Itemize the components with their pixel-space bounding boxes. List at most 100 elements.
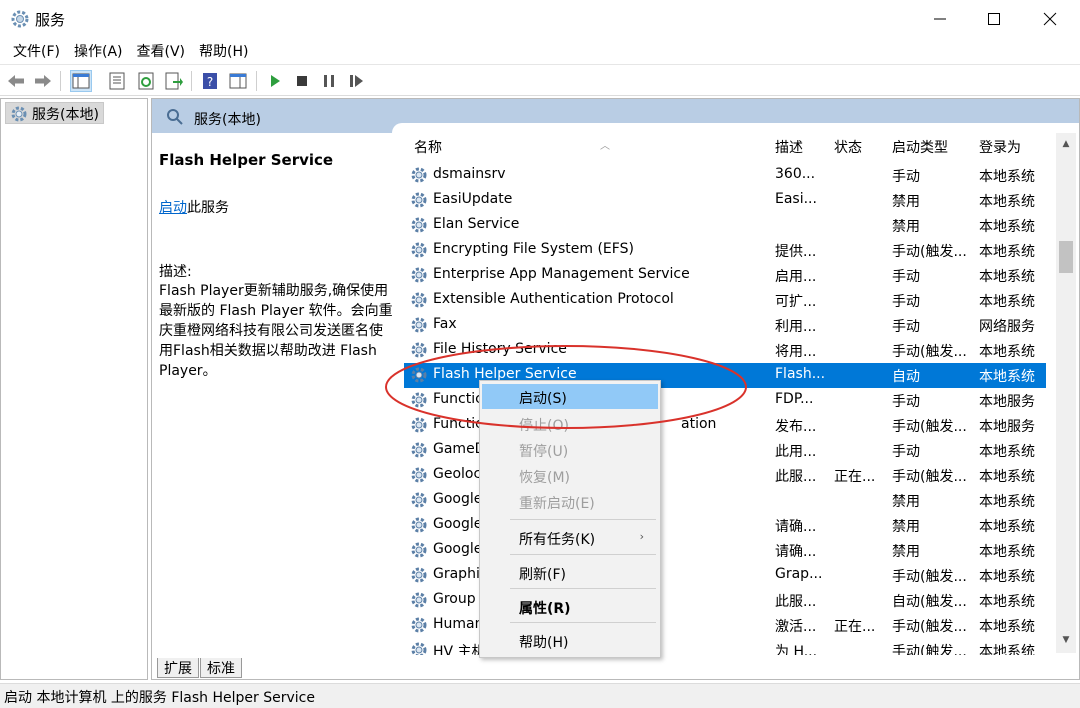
start-service-icon — [271, 75, 280, 87]
menu-item-all-tasks[interactable]: 所有任务(K) › — [482, 525, 658, 550]
table-row[interactable]: dsmainsrv 360... 手动 本地系统 — [404, 163, 1046, 188]
context-menu: 启动(S) 停止(O) 暂停(U) 恢复(M) 重新启动(E) 所有任务(K) ›… — [479, 380, 661, 658]
forward-button[interactable] — [32, 70, 54, 92]
tab-standard[interactable]: 标准 — [200, 658, 242, 678]
service-name: Fax — [433, 316, 457, 332]
service-logon: 本地系统 — [979, 494, 1035, 510]
svg-text:?: ? — [207, 75, 213, 89]
resume-service-icon — [350, 75, 363, 87]
description-label: 描述: — [159, 264, 192, 280]
table-row[interactable]: Encrypting File System (EFS) 提供... 手动(触发..… — [404, 238, 1046, 263]
service-logon: 本地系统 — [979, 519, 1035, 535]
table-row[interactable]: Fax 利用... 手动 网络服务 — [404, 313, 1046, 338]
status-bar: 启动 本地计算机 上的服务 Flash Helper Service — [0, 683, 1080, 708]
vertical-scrollbar[interactable]: ▲ ▼ — [1056, 133, 1076, 653]
menu-action[interactable]: 操作(A) — [67, 38, 130, 64]
service-logon: 本地系统 — [979, 344, 1035, 360]
table-row[interactable]: Enterprise App Management Service 启用... 手动… — [404, 263, 1046, 288]
service-gear-icon — [411, 367, 427, 383]
service-gear-icon — [411, 267, 427, 283]
tree-item-services-local[interactable]: 服务(本地) — [5, 102, 104, 124]
service-description: Easi... — [775, 191, 817, 207]
column-header-description[interactable]: 描述 — [775, 137, 803, 163]
service-name: Extensible Authentication Protocol — [433, 291, 674, 307]
export-list-button[interactable] — [162, 70, 184, 92]
service-description: 360... — [775, 166, 816, 182]
service-startup-type: 手动(触发... — [892, 569, 967, 585]
help-button[interactable]: ? — [199, 70, 221, 92]
resume-service-button[interactable] — [345, 70, 367, 92]
menu-item-help[interactable]: 帮助(H) — [482, 628, 658, 653]
start-service-link[interactable]: 启动 — [159, 200, 187, 216]
menu-help[interactable]: 帮助(H) — [192, 38, 255, 64]
properties-button[interactable] — [106, 70, 128, 92]
refresh-button[interactable] — [135, 70, 157, 92]
close-icon — [1043, 12, 1057, 26]
menu-separator — [510, 554, 656, 555]
search-icon — [167, 109, 183, 125]
service-logon: 本地系统 — [979, 619, 1035, 635]
service-description: 利用... — [775, 319, 817, 335]
minimize-icon — [934, 18, 946, 20]
service-description: 提供... — [775, 244, 817, 260]
start-service-button[interactable] — [264, 70, 286, 92]
console-tree-button[interactable] — [70, 70, 92, 92]
menu-view[interactable]: 查看(V) — [130, 38, 193, 64]
service-name: Encrypting File System (EFS) — [433, 241, 634, 257]
show-pane-button[interactable] — [227, 70, 249, 92]
menu-item-restart: 重新启动(E) — [519, 496, 595, 512]
menu-file[interactable]: 文件(F) — [6, 38, 67, 64]
maximize-icon — [988, 13, 1000, 25]
help-icon: ? — [203, 73, 217, 89]
service-description: Flash... — [775, 366, 825, 382]
title-bar: 服务 — [0, 0, 1080, 38]
service-name-overflow: ation — [681, 416, 717, 432]
minimize-button[interactable] — [912, 0, 968, 38]
scroll-down-icon[interactable]: ▼ — [1060, 635, 1072, 647]
service-gear-icon — [411, 292, 427, 308]
service-description: 此服... — [775, 469, 817, 485]
service-startup-type: 禁用 — [892, 519, 920, 535]
scrollbar-thumb[interactable] — [1059, 241, 1073, 273]
scroll-up-icon[interactable]: ▲ — [1060, 139, 1072, 151]
stop-service-icon — [297, 76, 307, 86]
tab-extended[interactable]: 扩展 — [157, 658, 199, 678]
console-tree: 服务(本地) — [0, 98, 148, 680]
menu-separator — [510, 519, 656, 520]
menu-item-stop: 停止(O) — [519, 418, 569, 434]
service-startup-type: 自动 — [892, 369, 920, 385]
close-button[interactable] — [1022, 0, 1078, 38]
table-row[interactable]: File History Service 将用... 手动(触发... 本地系统 — [404, 338, 1046, 363]
stop-service-button[interactable] — [291, 70, 313, 92]
menu-item-refresh[interactable]: 刷新(F) — [482, 560, 658, 585]
service-gear-icon — [411, 192, 427, 208]
description-pane: Flash Helper Service 启动此服务 描述: Flash Pla… — [152, 133, 396, 653]
back-button[interactable] — [5, 70, 27, 92]
column-header-logon[interactable]: 登录为 — [979, 137, 1021, 163]
show-pane-icon — [229, 73, 247, 89]
toolbar: ? — [0, 64, 1080, 96]
service-startup-type: 禁用 — [892, 544, 920, 560]
menu-item-properties[interactable]: 属性(R) — [482, 594, 658, 619]
table-row[interactable]: Elan Service 禁用 本地系统 — [404, 213, 1046, 238]
service-gear-icon — [411, 417, 427, 433]
service-logon: 网络服务 — [979, 319, 1035, 335]
menu-item-start[interactable]: 启动(S) — [482, 384, 658, 409]
column-header-name[interactable]: 名称 ︿ — [414, 137, 610, 163]
table-row[interactable]: Extensible Authentication Protocol 可扩... 手… — [404, 288, 1046, 313]
column-header-status[interactable]: 状态 — [834, 137, 862, 163]
column-header-startup-type[interactable]: 启动类型 — [892, 137, 948, 163]
service-gear-icon — [411, 317, 427, 333]
panel-header: 服务(本地) — [152, 99, 1079, 135]
maximize-button[interactable] — [966, 0, 1022, 38]
table-row[interactable]: EasiUpdate Easi... 禁用 本地系统 — [404, 188, 1046, 213]
service-startup-type: 禁用 — [892, 219, 920, 235]
service-name: Elan Service — [433, 216, 520, 232]
pause-service-button[interactable] — [318, 70, 340, 92]
service-status: 正在... — [834, 469, 876, 485]
tree-item-label: 服务(本地) — [32, 107, 99, 123]
pause-service-icon — [324, 75, 334, 87]
service-gear-icon — [411, 617, 427, 633]
service-description: 此用... — [775, 444, 817, 460]
service-startup-type: 手动 — [892, 269, 920, 285]
